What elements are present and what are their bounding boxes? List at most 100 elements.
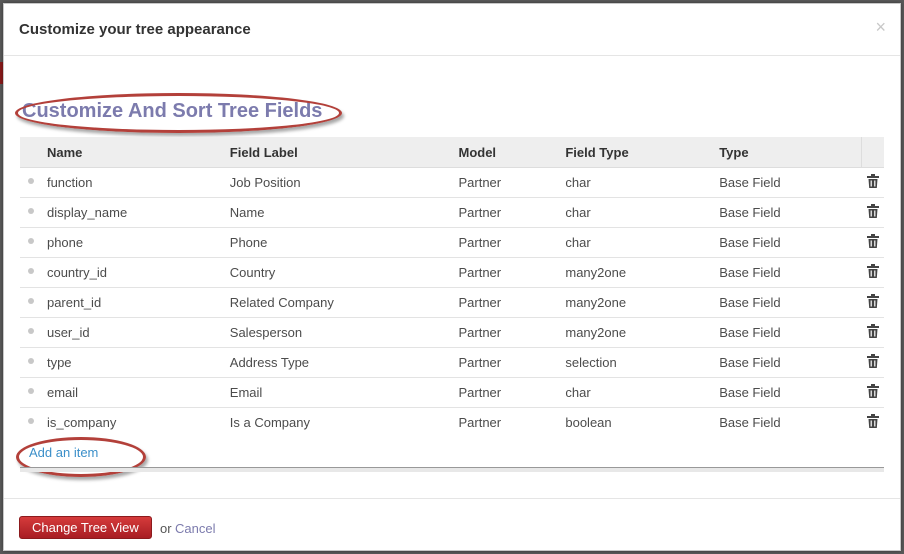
cell-name: email xyxy=(46,377,230,408)
cell-field-type: char xyxy=(565,377,720,408)
trash-icon[interactable] xyxy=(866,174,879,188)
modal-footer: Change Tree View or Cancel xyxy=(4,498,900,550)
trash-icon[interactable] xyxy=(866,414,879,428)
drag-handle-icon[interactable] xyxy=(20,347,47,378)
cell-field-label: Email xyxy=(229,377,459,408)
table-row[interactable]: is_company Is a Company Partner boolean Base… xyxy=(20,407,884,437)
fields-table-wrapper: Name Field Label Model Field Type Type f… xyxy=(20,137,884,437)
header-field-type[interactable]: Field Type xyxy=(565,137,720,168)
cancel-link[interactable]: Cancel xyxy=(175,521,215,536)
or-text: or xyxy=(160,521,172,536)
delete-cell xyxy=(861,167,884,198)
cell-type: Base Field xyxy=(719,407,862,437)
modal-title: Customize your tree appearance xyxy=(19,21,251,38)
cell-model: Partner xyxy=(458,407,566,437)
cell-type: Base Field xyxy=(719,167,862,198)
cell-model: Partner xyxy=(458,287,566,318)
header-type[interactable]: Type xyxy=(719,137,862,168)
cell-model: Partner xyxy=(458,197,566,228)
cell-name: country_id xyxy=(46,257,230,288)
cell-name: function xyxy=(46,167,230,198)
header-field-label[interactable]: Field Label xyxy=(229,137,459,168)
table-row[interactable]: user_id Salesperson Partner many2one Base Fi… xyxy=(20,317,884,348)
delete-cell xyxy=(861,407,884,437)
cell-type: Base Field xyxy=(719,377,862,408)
table-body: function Job Position Partner char Base Fiel… xyxy=(20,167,884,437)
table-header-row: Name Field Label Model Field Type Type xyxy=(20,137,884,168)
cell-field-type: char xyxy=(565,197,720,228)
header-handle xyxy=(20,137,47,168)
trash-icon[interactable] xyxy=(866,204,879,218)
cell-name: phone xyxy=(46,227,230,258)
header-delete xyxy=(860,137,884,168)
cell-field-type: many2one xyxy=(565,287,720,318)
drag-handle-icon[interactable] xyxy=(20,227,47,258)
cell-name: display_name xyxy=(46,197,230,228)
cell-field-type: many2one xyxy=(565,317,720,348)
drag-handle-icon[interactable] xyxy=(20,317,47,348)
table-row[interactable]: type Address Type Partner selection Base Fie… xyxy=(20,347,884,378)
drag-handle-icon[interactable] xyxy=(20,377,47,408)
table-bottom-bar xyxy=(20,467,884,472)
cell-field-label: Job Position xyxy=(229,167,459,198)
delete-cell xyxy=(861,257,884,288)
cell-model: Partner xyxy=(458,317,566,348)
modal-dialog: Customize your tree appearance × Customi… xyxy=(3,3,901,551)
cell-field-type: many2one xyxy=(565,257,720,288)
cell-type: Base Field xyxy=(719,317,862,348)
drag-handle-icon[interactable] xyxy=(20,197,47,228)
cell-name: parent_id xyxy=(46,287,230,318)
cell-model: Partner xyxy=(458,257,566,288)
drag-handle-icon[interactable] xyxy=(20,257,47,288)
cell-model: Partner xyxy=(458,377,566,408)
cell-type: Base Field xyxy=(719,227,862,258)
fields-table: Name Field Label Model Field Type Type f… xyxy=(20,137,884,437)
cell-model: Partner xyxy=(458,227,566,258)
cell-type: Base Field xyxy=(719,287,862,318)
cell-name: is_company xyxy=(46,407,230,437)
trash-icon[interactable] xyxy=(866,354,879,368)
cell-name: type xyxy=(46,347,230,378)
delete-cell xyxy=(861,347,884,378)
change-tree-view-button[interactable]: Change Tree View xyxy=(19,516,152,539)
drag-handle-icon[interactable] xyxy=(20,287,47,318)
close-icon[interactable]: × xyxy=(875,18,886,36)
drag-handle-icon[interactable] xyxy=(20,167,47,198)
table-row[interactable]: function Job Position Partner char Base Fiel… xyxy=(20,167,884,198)
cell-field-label: Related Company xyxy=(229,287,459,318)
cell-field-type: char xyxy=(565,167,720,198)
cell-field-label: Country xyxy=(229,257,459,288)
delete-cell xyxy=(861,227,884,258)
table-row[interactable]: display_name Name Partner char Base Field xyxy=(20,197,884,228)
trash-icon[interactable] xyxy=(866,294,879,308)
drag-handle-icon[interactable] xyxy=(20,407,47,437)
trash-icon[interactable] xyxy=(866,384,879,398)
delete-cell xyxy=(861,317,884,348)
cell-field-label: Name xyxy=(229,197,459,228)
header-model[interactable]: Model xyxy=(458,137,566,168)
modal-header: Customize your tree appearance × xyxy=(4,4,900,56)
table-row[interactable]: parent_id Related Company Partner many2one B… xyxy=(20,287,884,318)
cell-model: Partner xyxy=(458,167,566,198)
delete-cell xyxy=(861,197,884,228)
trash-icon[interactable] xyxy=(866,264,879,278)
cell-model: Partner xyxy=(458,347,566,378)
cell-name: user_id xyxy=(46,317,230,348)
trash-icon[interactable] xyxy=(866,324,879,338)
delete-cell xyxy=(861,287,884,318)
table-row[interactable]: phone Phone Partner char Base Field xyxy=(20,227,884,258)
delete-cell xyxy=(861,377,884,408)
header-name[interactable]: Name xyxy=(46,137,230,168)
trash-icon[interactable] xyxy=(866,234,879,248)
annotation-ellipse-title xyxy=(15,93,342,133)
cell-field-label: Salesperson xyxy=(229,317,459,348)
cell-field-type: boolean xyxy=(565,407,720,437)
cell-type: Base Field xyxy=(719,257,862,288)
table-row[interactable]: country_id Country Partner many2one Base Fie… xyxy=(20,257,884,288)
cell-field-label: Address Type xyxy=(229,347,459,378)
cell-field-type: char xyxy=(565,227,720,258)
cell-field-label: Is a Company xyxy=(229,407,459,437)
cell-type: Base Field xyxy=(719,197,862,228)
table-row[interactable]: email Email Partner char Base Field xyxy=(20,377,884,408)
cell-field-type: selection xyxy=(565,347,720,378)
